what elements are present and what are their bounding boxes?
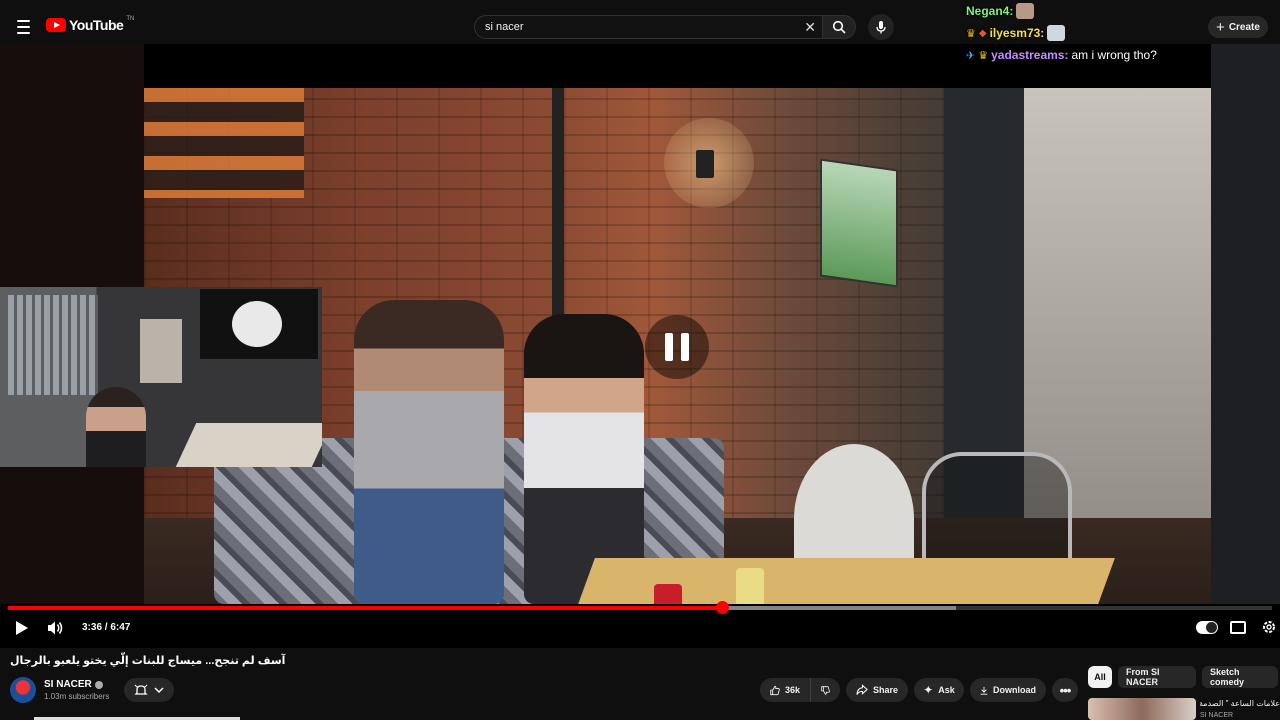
recommendation-channel: SI NACER: [1200, 712, 1234, 719]
sparkle-icon: ✦: [923, 683, 934, 697]
subscriber-count: 1.03m subscribers: [44, 692, 110, 701]
man-on-sofa: [354, 300, 504, 604]
skull-flag-icon: [232, 301, 282, 347]
thumbs-down-icon: [821, 685, 830, 695]
emote-icon: [1016, 3, 1035, 19]
badge-icon: ◆: [978, 27, 987, 39]
youtube-play-icon: [46, 18, 66, 32]
progress-played: [8, 606, 723, 610]
search-input[interactable]: [475, 20, 775, 34]
clear-search-icon[interactable]: ✕: [804, 19, 816, 36]
like-count: 36k: [784, 685, 800, 695]
chat-message: Negan4:: [966, 0, 1266, 22]
youtube-logo[interactable]: YouTube TN: [46, 16, 135, 33]
stairs: [144, 88, 304, 198]
chat-username: yadastreams:: [991, 48, 1069, 62]
chat-username: Negan4:: [966, 4, 1014, 18]
channel-name[interactable]: SI NACER: [44, 679, 103, 690]
play-icon[interactable]: [12, 618, 32, 638]
notification-bell-button[interactable]: [124, 678, 174, 702]
search-icon: [832, 20, 846, 34]
wall-tv: [820, 158, 898, 288]
webcam-bed: [175, 423, 322, 467]
chip-sketch-comedy[interactable]: Sketch comedy: [1202, 666, 1278, 688]
download-icon: [980, 686, 988, 695]
crown-badge-icon: ♛: [966, 27, 976, 40]
webcam-window: [8, 295, 98, 395]
sword-badge-icon: ✈: [966, 49, 976, 62]
crown-badge-icon: ♛: [978, 49, 989, 62]
pause-icon[interactable]: [645, 315, 709, 379]
webcam-poster: [140, 319, 182, 383]
time-display: 3:36 / 6:47: [82, 622, 131, 633]
search-button[interactable]: [822, 15, 856, 39]
wall-lamp: [696, 150, 714, 178]
download-button[interactable]: Download: [970, 678, 1046, 702]
download-label: Download: [993, 685, 1036, 695]
chip-from-channel[interactable]: From SI NACER: [1118, 666, 1196, 688]
video-title: آسف لم تنجح... ميساج للبنات إلّي يختو يل…: [10, 655, 286, 667]
chevron-down-icon: [154, 687, 164, 694]
red-drink: [654, 584, 682, 604]
ask-label: Ask: [938, 685, 955, 695]
letterbox-right: [1211, 44, 1280, 604]
subtitles-icon[interactable]: [1230, 621, 1246, 634]
progress-bar[interactable]: [8, 601, 1272, 614]
thumbs-up-icon: [770, 685, 780, 695]
emote-icon: [1047, 25, 1066, 41]
chat-overlay: Negan4: ♛ ◆ ilyesm73: ✈ ♛ yadastreams: a…: [966, 0, 1266, 66]
chat-username: ilyesm73:: [989, 26, 1045, 40]
settings-gear-icon[interactable]: [1260, 618, 1278, 636]
menu-icon[interactable]: [10, 14, 36, 40]
chat-message: ✈ ♛ yadastreams: am i wrong tho?: [966, 44, 1266, 66]
more-actions-button[interactable]: •••: [1052, 678, 1078, 702]
recommendation-thumbnail[interactable]: [1088, 698, 1196, 720]
like-button[interactable]: 36k: [760, 678, 810, 702]
search-box[interactable]: ✕: [474, 15, 822, 39]
verified-icon: [94, 680, 103, 689]
player-controls: 3:36 / 6:47: [0, 612, 1280, 646]
chat-text: am i wrong tho?: [1071, 48, 1157, 62]
recommendation-title[interactable]: علامات الساعة " الصدمة ": [1200, 699, 1280, 708]
share-icon: [856, 684, 868, 695]
chip-all[interactable]: All: [1088, 666, 1112, 688]
dislike-button[interactable]: [810, 678, 840, 702]
bell-icon: [134, 684, 148, 695]
channel-avatar[interactable]: [10, 677, 36, 703]
yellow-drink: [736, 568, 764, 604]
more-icon: •••: [1059, 682, 1072, 698]
logo-text: YouTube: [69, 17, 124, 33]
microphone-icon: [876, 21, 886, 34]
autoplay-toggle[interactable]: [1196, 621, 1218, 634]
voice-search-button[interactable]: [868, 14, 894, 40]
streamer-webcam: [0, 287, 322, 467]
streamer-person: [86, 387, 146, 467]
share-label: Share: [872, 685, 898, 695]
chat-message: ♛ ◆ ilyesm73:: [966, 22, 1266, 44]
channel-name-text: SI NACER: [44, 679, 92, 690]
volume-icon[interactable]: [44, 618, 66, 638]
share-button[interactable]: Share: [846, 678, 908, 702]
logo-country-code: TN: [126, 16, 135, 22]
ask-button[interactable]: ✦ Ask: [914, 678, 964, 702]
